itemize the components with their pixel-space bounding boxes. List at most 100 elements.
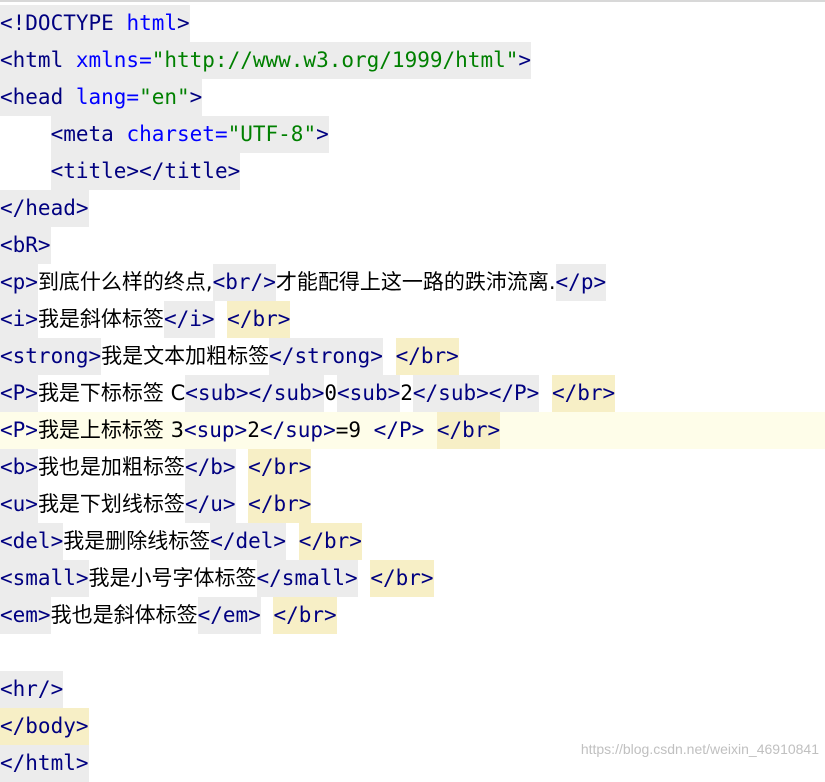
- text-token: 2: [400, 381, 413, 405]
- code-line[interactable]: <b>我也是加粗标签</b> </br>: [0, 449, 825, 486]
- code-line[interactable]: <meta charset="UTF-8">: [0, 116, 825, 153]
- tag-token: <hr/>: [0, 671, 64, 708]
- tag-token: <head: [0, 79, 76, 116]
- text-token: 我也是斜体标签: [50, 603, 198, 627]
- text-token: 才能配得上这一路的跌沛流离.: [275, 270, 556, 294]
- tag-token: <sup>: [183, 418, 248, 442]
- code-line[interactable]: <!DOCTYPE html>: [0, 5, 825, 42]
- code-line[interactable]: <del>我是删除线标签</del> </br>: [0, 523, 825, 560]
- text-token: =9: [335, 418, 374, 442]
- string-token: "UTF-8": [227, 116, 317, 153]
- tag-token: <meta: [50, 116, 127, 153]
- tag-token: </br>: [395, 338, 459, 375]
- tag-token: <P>: [0, 375, 38, 412]
- attribute-token: lang=: [75, 79, 140, 116]
- code-line[interactable]: <small>我是小号字体标签</small> </br>: [0, 560, 825, 597]
- text-token: 我是斜体标签: [37, 307, 164, 331]
- text-token: 2: [247, 418, 260, 442]
- text-token: 我也是加粗标签: [37, 455, 185, 479]
- text-token: 我是文本加粗标签: [101, 344, 270, 368]
- string-token: "http://www.w3.org/1999/html": [151, 42, 519, 79]
- tag-token: </small>: [256, 560, 358, 597]
- tag-token: </P>: [373, 418, 425, 442]
- tag-token: <!DOCTYPE: [0, 5, 127, 42]
- tag-token: </br>: [248, 449, 312, 486]
- string-token: "en": [139, 79, 190, 116]
- tag-token: >: [177, 5, 190, 42]
- code-line[interactable]: <P>我是下标标签 C<sub></sub>0<sub>2</sub></P> …: [0, 375, 825, 412]
- text-token: 我是小号字体标签: [88, 566, 257, 590]
- text-token: 我是删除线标签: [63, 529, 211, 553]
- code-line[interactable]: <u>我是下划线标签</u> </br>: [0, 486, 825, 523]
- tag-token: </br>: [551, 375, 616, 412]
- code-line[interactable]: <strong>我是文本加粗标签</strong> </br>: [0, 338, 825, 375]
- tag-token: </u>: [184, 486, 236, 523]
- tag-token: <u>: [0, 486, 38, 523]
- text-token: 我是上标标签 3: [37, 418, 184, 442]
- text-token: 我是下标标签 C: [37, 381, 186, 405]
- tag-token: </br>: [436, 412, 501, 449]
- tag-token: <html: [0, 42, 76, 79]
- tag-token: <small>: [0, 560, 89, 597]
- tag-token: <em>: [0, 597, 51, 634]
- attribute-token: html: [126, 5, 178, 42]
- code-line[interactable]: <em>我也是斜体标签</em> </br>: [0, 597, 825, 634]
- tag-token: </b>: [184, 449, 236, 486]
- code-line[interactable]: [0, 634, 825, 671]
- tag-token: </br>: [273, 597, 337, 634]
- text-token: 0: [324, 381, 338, 405]
- tag-token: </del>: [210, 523, 287, 560]
- tag-token: <del>: [0, 523, 64, 560]
- tag-token: >: [189, 79, 203, 116]
- tag-token: <bR>: [0, 227, 51, 264]
- tag-token: </br>: [298, 523, 362, 560]
- tag-token: <i>: [0, 301, 38, 338]
- tag-token: </body>: [0, 708, 89, 745]
- tag-token: </em>: [197, 597, 261, 634]
- tag-token: </br>: [370, 560, 434, 597]
- code-line[interactable]: <p>到底什么样的终点,<br/>才能配得上这一路的跌沛流离.</p>: [0, 264, 825, 301]
- tag-token: <P>: [0, 418, 38, 442]
- tag-token: </i>: [163, 301, 215, 338]
- attribute-token: xmlns=: [75, 42, 152, 79]
- code-editor[interactable]: <!DOCTYPE html> <html xmlns="http://www.w…: [0, 0, 825, 782]
- tag-token: </br>: [227, 301, 291, 338]
- code-line[interactable]: <html xmlns="http://www.w3.org/1999/html…: [0, 42, 825, 79]
- code-line[interactable]: <hr/>: [0, 671, 825, 708]
- text-token: 我是下划线标签: [37, 492, 185, 516]
- tag-token: <br/>: [212, 264, 276, 301]
- tag-token: <title></title>: [50, 153, 241, 190]
- editor-top-border: [0, 0, 825, 2]
- tag-token: <p>: [0, 264, 38, 301]
- code-line[interactable]: <title></title>: [0, 153, 825, 190]
- tag-token: >: [316, 116, 329, 153]
- watermark: https://blog.csdn.net/weixin_46910841: [580, 741, 819, 757]
- code-line[interactable]: </head>: [0, 190, 825, 227]
- tag-token: <b>: [0, 449, 38, 486]
- tag-token: </br>: [248, 486, 312, 523]
- code-line[interactable]: <head lang="en">: [0, 79, 825, 116]
- code-line[interactable]: <bR>: [0, 227, 825, 264]
- tag-token: </html>: [0, 745, 89, 782]
- tag-token: >: [518, 42, 532, 79]
- code-line[interactable]: </body>: [0, 708, 825, 745]
- code-line[interactable]: <i>我是斜体标签</i> </br>: [0, 301, 825, 338]
- tag-token: </sup>: [259, 418, 336, 442]
- tag-token: </sub></P>: [412, 375, 540, 412]
- code-line[interactable]: <P>我是上标标签 3<sup>2</sup>=9 </P> </br>: [0, 412, 825, 449]
- tag-token: <sub>: [337, 375, 401, 412]
- tag-token: </strong>: [269, 338, 383, 375]
- text-token: 到底什么样的终点,: [37, 270, 213, 294]
- tag-token: <sub></sub>: [185, 375, 325, 412]
